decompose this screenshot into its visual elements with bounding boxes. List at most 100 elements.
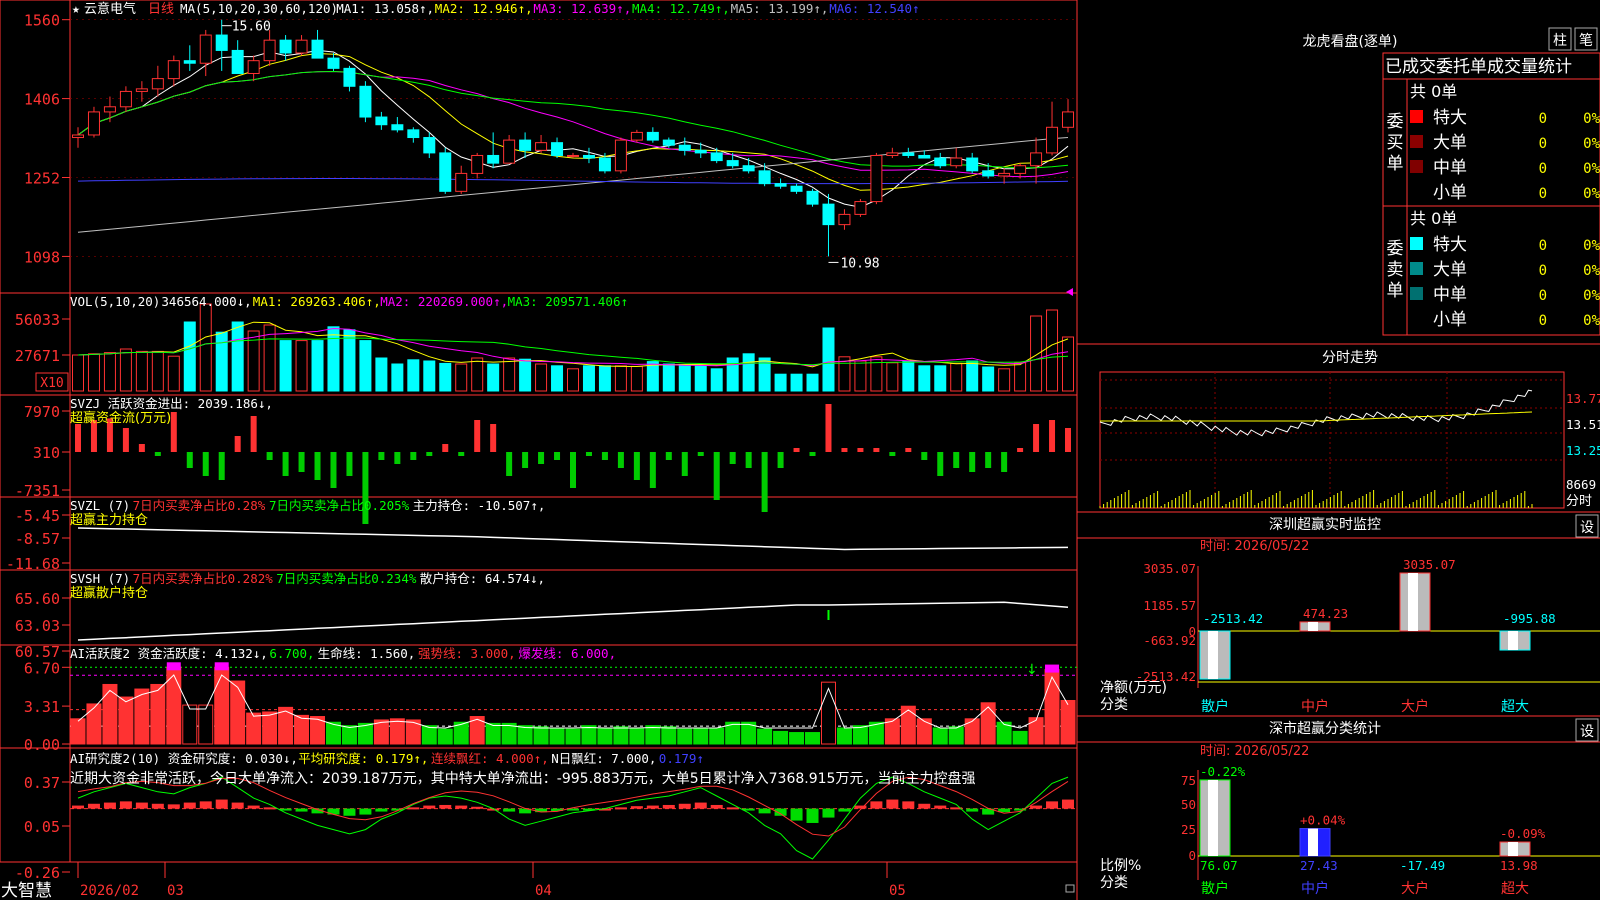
cursor-marker	[1066, 288, 1073, 296]
candle	[966, 157, 979, 172]
down-arrow-icon: ↓	[1026, 662, 1038, 678]
candle	[439, 152, 452, 192]
volume-bar	[694, 365, 707, 392]
chart-stage[interactable]: 1560 1406 1252 1098 15.60 10.98 ★ 云意电气 日线 MA(5,10…	[0, 0, 1600, 900]
research-bar	[726, 807, 739, 810]
volume-panel[interactable]: 56033 27671 X10 VOL(5,10,20) 346564.000↓, MA1…	[15, 294, 1074, 392]
monitor-value-label: -2513.42	[1203, 611, 1263, 626]
research-bar	[1062, 799, 1074, 809]
candle	[519, 139, 532, 151]
right-sidebar[interactable]: 龙虎看盘(逐单) 柱笔已成交委托单成交量统计委买单共 0单特大 0 0%大单 0 0%中单…	[1077, 27, 1600, 897]
classify-bar-shine	[1208, 779, 1218, 856]
active-bar	[916, 718, 932, 745]
buy-color-swatch	[1410, 135, 1423, 148]
lhb-header: 已成交委托单成交量统计	[1385, 57, 1572, 77]
volume-bar	[119, 348, 132, 392]
research-bar	[231, 802, 244, 809]
research-bar	[119, 801, 132, 809]
intraday-price-hi: 13.77	[1566, 391, 1600, 406]
candle	[279, 39, 292, 54]
panel-title-part: 强势线: 3.000,	[418, 646, 516, 661]
monitor-y-label: 3035.07	[1143, 561, 1196, 576]
volume-bar	[614, 365, 627, 392]
panel-title-part: MA6: 12.540↑	[829, 1, 919, 16]
svzj-bar	[617, 452, 624, 468]
candle	[167, 60, 180, 80]
candle	[247, 60, 260, 74]
candle	[774, 183, 787, 187]
panel-title-part: 7日内买卖净占比0.282%	[133, 571, 274, 586]
research-bar	[774, 808, 787, 816]
volume-bar	[103, 352, 116, 392]
svzj-bar	[873, 448, 880, 452]
classify-bar-shine	[1508, 842, 1518, 856]
panel-title-part: MA2: 220269.000↑,	[380, 294, 508, 309]
sell-vlabel: 单	[1387, 281, 1404, 301]
volume-bar	[359, 340, 372, 392]
candle	[838, 213, 851, 226]
classify-category: 中户	[1301, 880, 1329, 897]
svzl-y-label: -8.57	[15, 530, 60, 548]
svzl-panel[interactable]: -5.45 -8.57 -11.68 SVZL (7) 7日内买卖净占比0.28% 7日内…	[6, 498, 1069, 573]
svzj-bar	[458, 452, 465, 456]
svzj-bar	[953, 452, 960, 468]
sell-color-swatch	[1410, 262, 1423, 275]
candle	[614, 139, 627, 172]
monitor-bar-shine	[1408, 573, 1418, 631]
brand-logo: 大智慧	[1, 881, 52, 900]
svzj-bar	[266, 452, 273, 460]
svsh-y-label: 65.60	[15, 590, 60, 608]
monitor-axis-label: 净额(万元)	[1100, 680, 1167, 696]
candle	[311, 39, 324, 59]
volume-bar	[902, 360, 915, 392]
active-panel[interactable]: 6.70 3.31 0.00 AI活跃度2 资金活跃度: 4.132↓, 6.700, 生…	[24, 646, 1077, 754]
monitor-value-label: -995.88	[1503, 611, 1556, 626]
research-bar	[135, 802, 148, 809]
research-bar	[966, 808, 979, 812]
monitor-category: 中户	[1301, 698, 1329, 715]
active-bar	[262, 711, 278, 745]
ma-line-20	[77, 70, 1069, 178]
candle	[582, 154, 595, 159]
active-bar	[150, 683, 166, 745]
active-bar	[294, 714, 310, 745]
buy-row-pct: 0%	[1583, 161, 1600, 177]
volume-bar	[215, 331, 228, 392]
active-bar	[437, 728, 453, 745]
active-bar	[900, 705, 916, 745]
active-bar	[166, 666, 182, 745]
research-bar	[902, 801, 915, 809]
svzj-bar	[522, 452, 529, 468]
panel-title-part: 爆发线: 6.000,	[518, 646, 616, 661]
classify-value-label: 76.07	[1200, 858, 1238, 873]
active-bar	[421, 725, 437, 745]
low-price-label: 10.98	[840, 256, 879, 271]
research-bar	[327, 808, 340, 815]
candle	[694, 149, 707, 154]
candle	[231, 49, 244, 74]
buy-total: 共 0单	[1410, 82, 1457, 101]
volume-bar	[455, 363, 468, 392]
classify-category: 散户	[1201, 880, 1229, 897]
kline-panel[interactable]: 1560 1406 1252 1098 15.60 10.98 ★ 云意电气 日线 MA(5,10…	[24, 1, 1077, 296]
candle	[1014, 165, 1027, 174]
panel-title-part: 346564.000↓,	[161, 294, 251, 309]
volume-bar	[630, 365, 643, 392]
candle	[551, 142, 564, 156]
period-label: 日线	[148, 2, 174, 17]
research-bar	[790, 808, 803, 821]
svzj-bar	[633, 452, 640, 480]
active-bar	[517, 725, 533, 745]
classify-change-label: -0.22%	[1200, 764, 1246, 779]
buy-color-swatch	[1410, 160, 1423, 173]
research-bar	[870, 801, 883, 809]
sell-row-name: 大单	[1433, 260, 1467, 280]
research-bar	[87, 803, 100, 809]
classify-category: 超大	[1501, 881, 1529, 897]
panel-title-part: MA4: 12.749↑,	[632, 1, 730, 16]
classify-y-label: 0	[1188, 848, 1196, 863]
research-y-label: -0.26	[15, 864, 60, 882]
candle	[806, 190, 819, 205]
high-price-label: 15.60	[232, 20, 271, 35]
volume-bar	[279, 340, 292, 392]
